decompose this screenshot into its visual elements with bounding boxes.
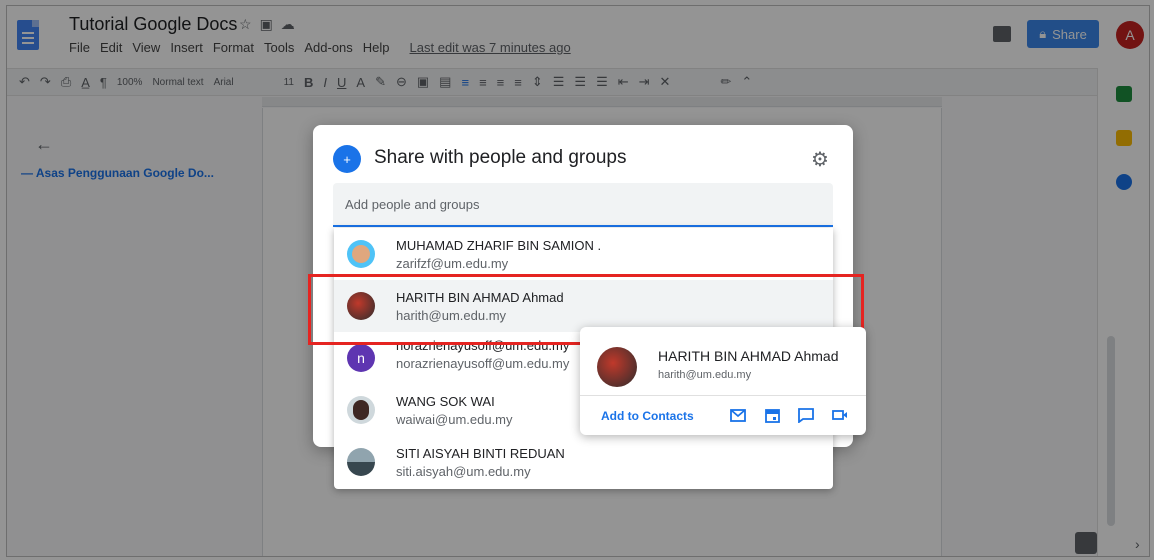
calendar-event-icon[interactable]: [762, 405, 782, 425]
add-to-contacts-link[interactable]: Add to Contacts: [601, 409, 694, 423]
avatar: [597, 347, 637, 387]
gear-icon[interactable]: ⚙: [811, 147, 829, 172]
avatar: [347, 448, 375, 476]
email-icon[interactable]: [728, 405, 748, 425]
add-people-field[interactable]: [333, 183, 833, 227]
contact-name: HARITH BIN AHMAD Ahmad: [658, 348, 839, 364]
chat-icon[interactable]: [796, 405, 816, 425]
suggestion-item[interactable]: MUHAMAD ZHARIF BIN SAMION . zarifzf@um.e…: [334, 228, 833, 280]
add-person-icon: +: [333, 145, 361, 173]
contact-actions: [728, 405, 850, 425]
avatar: [347, 396, 375, 424]
suggestion-item[interactable]: SITI AISYAH BINTI REDUAN siti.aisyah@um.…: [334, 436, 833, 488]
contact-email: harith@um.edu.my: [658, 369, 752, 381]
avatar: n: [347, 344, 375, 372]
video-call-icon[interactable]: [830, 405, 850, 425]
dialog-title: Share with people and groups: [374, 147, 627, 168]
add-people-input[interactable]: [333, 183, 833, 225]
contact-card: HARITH BIN AHMAD Ahmad harith@um.edu.my …: [580, 327, 866, 435]
divider: [580, 395, 866, 396]
avatar: [347, 240, 375, 268]
